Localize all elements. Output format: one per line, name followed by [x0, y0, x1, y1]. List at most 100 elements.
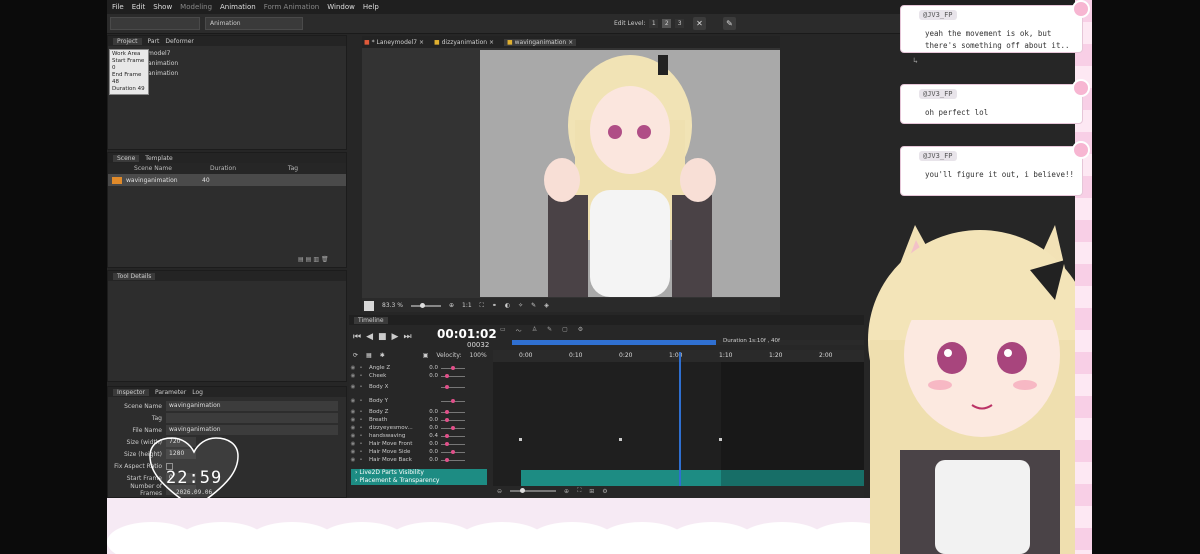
frame-icon[interactable]: ▢ — [562, 326, 568, 336]
doc-tab[interactable]: ■ * Laneymodel7 × — [364, 39, 424, 46]
parameter-slider[interactable] — [441, 449, 465, 454]
lock-icon[interactable]: • — [357, 433, 365, 439]
parameter-row[interactable]: ◉ • Angle Z 0.0 — [349, 364, 489, 372]
zoom-value[interactable]: 83.3 % — [382, 302, 403, 309]
file-name-field[interactable]: wavinganimation — [166, 425, 338, 435]
display-icon[interactable]: ◐ — [505, 302, 510, 309]
menu-form-animation[interactable]: Form Animation — [264, 3, 320, 11]
parameter-row[interactable]: ◉ • Hair Move Front 0.0 — [349, 440, 489, 448]
velocity-value[interactable]: 100% — [470, 352, 487, 359]
mode-combo[interactable]: Animation — [205, 17, 303, 30]
snowflake-icon[interactable]: ✱ — [380, 352, 385, 359]
menu-help[interactable]: Help — [363, 3, 379, 11]
table-row[interactable]: wavinganimation 40 — [108, 174, 346, 186]
parameter-slider[interactable] — [441, 398, 465, 403]
workspace-combo[interactable] — [110, 17, 200, 30]
lock-icon[interactable]: • — [357, 457, 365, 463]
eye-icon[interactable]: ◉ — [349, 449, 357, 455]
menu-animation[interactable]: Animation — [220, 3, 256, 11]
tab-scene[interactable]: Scene — [113, 154, 140, 162]
parameter-value[interactable]: 0.0 — [427, 409, 441, 415]
tree-item[interactable]: animation — [148, 59, 178, 69]
parameter-row[interactable]: ◉ • Body Z 0.0 — [349, 408, 489, 416]
edit-level-1[interactable]: 1 — [649, 19, 659, 28]
menu-edit[interactable]: Edit — [132, 3, 146, 11]
parameter-value[interactable]: 0.0 — [427, 449, 441, 455]
lock-icon[interactable]: • — [357, 425, 365, 431]
parameter-value[interactable]: 0.0 — [427, 365, 441, 371]
parameter-row[interactable]: ◉ • Breath 0.0 — [349, 416, 489, 424]
zoom-in-icon[interactable]: ⊕ — [449, 302, 454, 309]
parameter-slider[interactable] — [441, 417, 465, 422]
parameter-slider[interactable] — [441, 433, 465, 438]
eraser-icon[interactable]: ◈ — [544, 302, 549, 309]
menu-show[interactable]: Show — [153, 3, 172, 11]
grid-icon[interactable]: ⊞ — [589, 488, 594, 495]
parameter-slider[interactable] — [441, 384, 465, 389]
eye-icon[interactable]: ◉ — [349, 365, 357, 371]
group-parts-visibility[interactable]: › Live2D Parts Visibility — [351, 469, 487, 477]
view-icon[interactable]: ▦ — [366, 352, 372, 359]
eye-icon[interactable]: ◉ — [349, 457, 357, 463]
col-duration[interactable]: Duration — [198, 165, 248, 172]
keyframe[interactable] — [619, 438, 622, 441]
parameter-row[interactable]: ◉ • handswaving 0.4 — [349, 432, 489, 440]
add-scene-icon[interactable]: ▤ — [298, 256, 306, 263]
zoom-out-icon[interactable]: ⊖ — [497, 488, 502, 495]
zoom-in-icon[interactable]: ⊕ — [564, 488, 569, 495]
delete-scene-icon[interactable]: 🗑 — [321, 256, 331, 263]
lock-icon[interactable]: • — [357, 417, 365, 423]
lock-icon[interactable]: • — [357, 365, 365, 371]
tool-details-title[interactable]: Tool Details — [113, 272, 156, 280]
zoom-slider[interactable] — [410, 302, 441, 308]
prev-frame-icon[interactable]: ◀ — [366, 332, 378, 342]
col-tag[interactable]: Tag — [248, 165, 338, 172]
tab-deformer[interactable]: Deformer — [165, 38, 193, 45]
tab-inspector[interactable]: Inspector — [113, 388, 149, 396]
loop-icon[interactable]: ⟳ — [353, 352, 358, 359]
col-scene-name[interactable]: Scene Name — [108, 165, 198, 172]
graph-icon[interactable]: ▭ — [500, 326, 506, 336]
lock-icon[interactable]: • — [357, 398, 365, 404]
select-tool-icon[interactable]: ✕ — [693, 17, 706, 30]
eye-icon[interactable]: ◉ — [349, 384, 357, 390]
parameter-row[interactable]: ◉ • Hair Move Back 0.0 — [349, 456, 489, 464]
fit-icon[interactable]: ⛶ — [480, 302, 484, 310]
duration-bar[interactable] — [512, 340, 864, 345]
eye-icon[interactable]: ◉ — [349, 398, 357, 404]
lock-icon[interactable]: • — [357, 384, 365, 390]
settings-icon[interactable]: ⚙ — [578, 326, 583, 336]
eye-icon[interactable]: ◉ — [349, 373, 357, 379]
eye-icon[interactable]: ◉ — [349, 433, 357, 439]
parameter-slider[interactable] — [441, 425, 465, 430]
pen-icon[interactable]: ✎ — [531, 302, 536, 309]
parameter-value[interactable]: 0.0 — [427, 417, 441, 423]
velocity-icon[interactable]: ▣ — [423, 352, 429, 359]
keyframe[interactable] — [719, 438, 722, 441]
parameter-row[interactable]: ◉ • Body Y — [349, 394, 489, 408]
parameter-value[interactable]: 0.0 — [427, 441, 441, 447]
person-icon[interactable]: ♙ — [532, 326, 537, 336]
tab-part[interactable]: Part — [148, 38, 160, 45]
tag-field[interactable] — [166, 413, 338, 423]
menu-window[interactable]: Window — [327, 3, 355, 11]
doc-tab[interactable]: ■ dizzyanimation × — [434, 39, 494, 46]
eye-icon[interactable]: ◉ — [349, 441, 357, 447]
pin-tool-icon[interactable]: ✎ — [723, 17, 736, 30]
export-scene-icon[interactable]: ▥ — [313, 256, 321, 263]
next-frame-icon[interactable]: ▶ — [392, 332, 404, 342]
doc-tab-active[interactable]: ■ wavinganimation × — [504, 38, 577, 46]
fit-timeline-icon[interactable]: ⛶ — [577, 487, 581, 495]
eye-icon[interactable]: ◉ — [349, 417, 357, 423]
edit-level-2[interactable]: 2 — [662, 19, 672, 28]
tab-template[interactable]: Template — [145, 155, 172, 162]
link-icon[interactable]: ⚭ — [492, 302, 497, 309]
parameter-slider[interactable] — [441, 457, 465, 462]
eye-icon[interactable]: ◉ — [349, 409, 357, 415]
timeline-track[interactable] — [493, 352, 864, 486]
parameter-value[interactable]: 0.0 — [427, 425, 441, 431]
parameter-slider[interactable] — [441, 409, 465, 414]
parameter-row[interactable]: ◉ • Body X — [349, 380, 489, 394]
parameter-row[interactable]: ◉ • Cheek 0.0 — [349, 372, 489, 380]
edit-level-3[interactable]: 3 — [675, 19, 685, 28]
